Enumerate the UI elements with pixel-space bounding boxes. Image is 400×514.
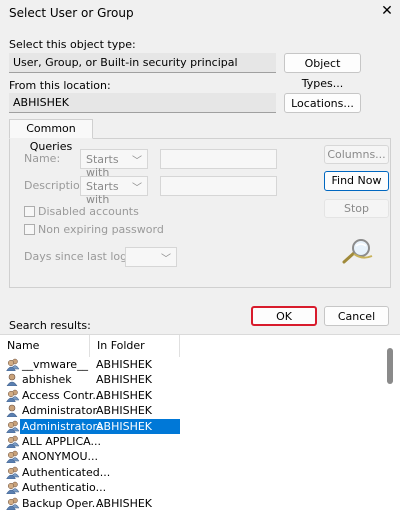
table-row[interactable]: ALL APPLICA...	[0, 434, 400, 450]
window-title: Select User or Group	[9, 6, 134, 20]
days-since-logon-select[interactable]: ﹀	[125, 247, 177, 267]
row-name: Backup Oper...	[22, 496, 103, 510]
row-folder: ABHISHEK	[96, 358, 153, 371]
search-results-list[interactable]: Name In Folder __vmware__ ABHISHEK abhishe…	[0, 334, 400, 514]
user-icon	[6, 404, 20, 418]
location-label: From this location:	[9, 79, 111, 92]
non-expiring-password-label: Non expiring password	[38, 223, 164, 236]
results-rows: __vmware__ ABHISHEK abhishek ABHISHEK Access…	[0, 357, 400, 514]
table-row[interactable]: Authenticated...	[0, 465, 400, 481]
row-folder: ABHISHEK	[96, 388, 153, 402]
scrollbar-thumb[interactable]	[387, 348, 393, 384]
row-name: Administrators	[22, 419, 103, 433]
group-icon	[6, 389, 20, 403]
table-row[interactable]: Administrators ABHISHEK	[0, 418, 400, 435]
location-field: ABHISHEK	[9, 93, 276, 113]
non-expiring-password-checkbox[interactable]	[24, 224, 35, 235]
row-name: ANONYMOU...	[22, 450, 99, 464]
columns-button[interactable]: Columns...	[324, 145, 389, 164]
locations-button[interactable]: Locations...	[284, 93, 361, 113]
group-icon	[6, 358, 20, 372]
cancel-button[interactable]: Cancel	[324, 306, 389, 326]
row-folder: ABHISHEK	[96, 419, 153, 433]
chevron-down-icon: ﹀	[132, 156, 142, 167]
name-query-input[interactable]	[160, 149, 277, 169]
row-name: abhishek	[22, 373, 72, 387]
chevron-down-icon: ﹀	[161, 254, 171, 265]
row-name: Authenticated...	[22, 465, 111, 479]
disabled-accounts-label: Disabled accounts	[38, 205, 139, 218]
row-folder: ABHISHEK	[96, 373, 153, 387]
description-operator-select[interactable]: Starts with ﹀	[80, 176, 148, 206]
find-now-button[interactable]: Find Now	[324, 171, 389, 191]
row-name: Access Contr...	[22, 388, 103, 402]
row-name: Authenticatio...	[22, 481, 107, 495]
table-row[interactable]: Backup Oper... ABHISHEK	[0, 496, 400, 512]
table-row[interactable]: __vmware__ ABHISHEK	[0, 357, 400, 373]
group-icon	[6, 450, 20, 464]
group-icon	[6, 481, 20, 495]
group-icon	[6, 466, 20, 480]
group-icon	[6, 435, 20, 449]
name-operator-select[interactable]: Starts with ﹀	[80, 149, 148, 179]
table-row[interactable]: ANONYMOU...	[0, 449, 400, 465]
description-query-input[interactable]	[160, 176, 277, 196]
object-types-button[interactable]: Object Types...	[284, 53, 361, 90]
name-label: Name:	[24, 152, 61, 165]
row-name: Administrator	[22, 404, 97, 418]
column-header-in-folder[interactable]: In Folder	[90, 335, 180, 357]
table-row[interactable]: Access Contr... ABHISHEK	[0, 388, 400, 404]
search-icon	[342, 239, 373, 264]
search-results-label: Search results:	[9, 319, 91, 332]
row-folder: ABHISHEK	[96, 496, 153, 510]
row-name: __vmware__	[22, 358, 89, 371]
user-icon	[6, 373, 20, 387]
table-row[interactable]: abhishek ABHISHEK	[0, 372, 400, 388]
object-type-field: User, Group, or Built-in security princi…	[9, 53, 276, 73]
group-icon	[6, 497, 20, 510]
stop-button[interactable]: Stop	[324, 199, 389, 218]
column-header-name[interactable]: Name	[0, 335, 90, 357]
group-icon	[6, 420, 20, 433]
disabled-accounts-checkbox[interactable]	[24, 206, 35, 217]
ok-button[interactable]: OK	[251, 306, 317, 326]
chevron-down-icon: ﹀	[132, 183, 142, 194]
row-name: ALL APPLICA...	[22, 435, 101, 448]
table-row[interactable]: Authenticatio...	[0, 480, 400, 496]
close-icon[interactable]: ✕	[380, 3, 394, 19]
tab-common-queries[interactable]: Common Queries	[9, 119, 93, 153]
object-type-label: Select this object type:	[9, 38, 136, 51]
row-folder: ABHISHEK	[96, 404, 153, 418]
table-row[interactable]: Administrator ABHISHEK	[0, 403, 400, 419]
